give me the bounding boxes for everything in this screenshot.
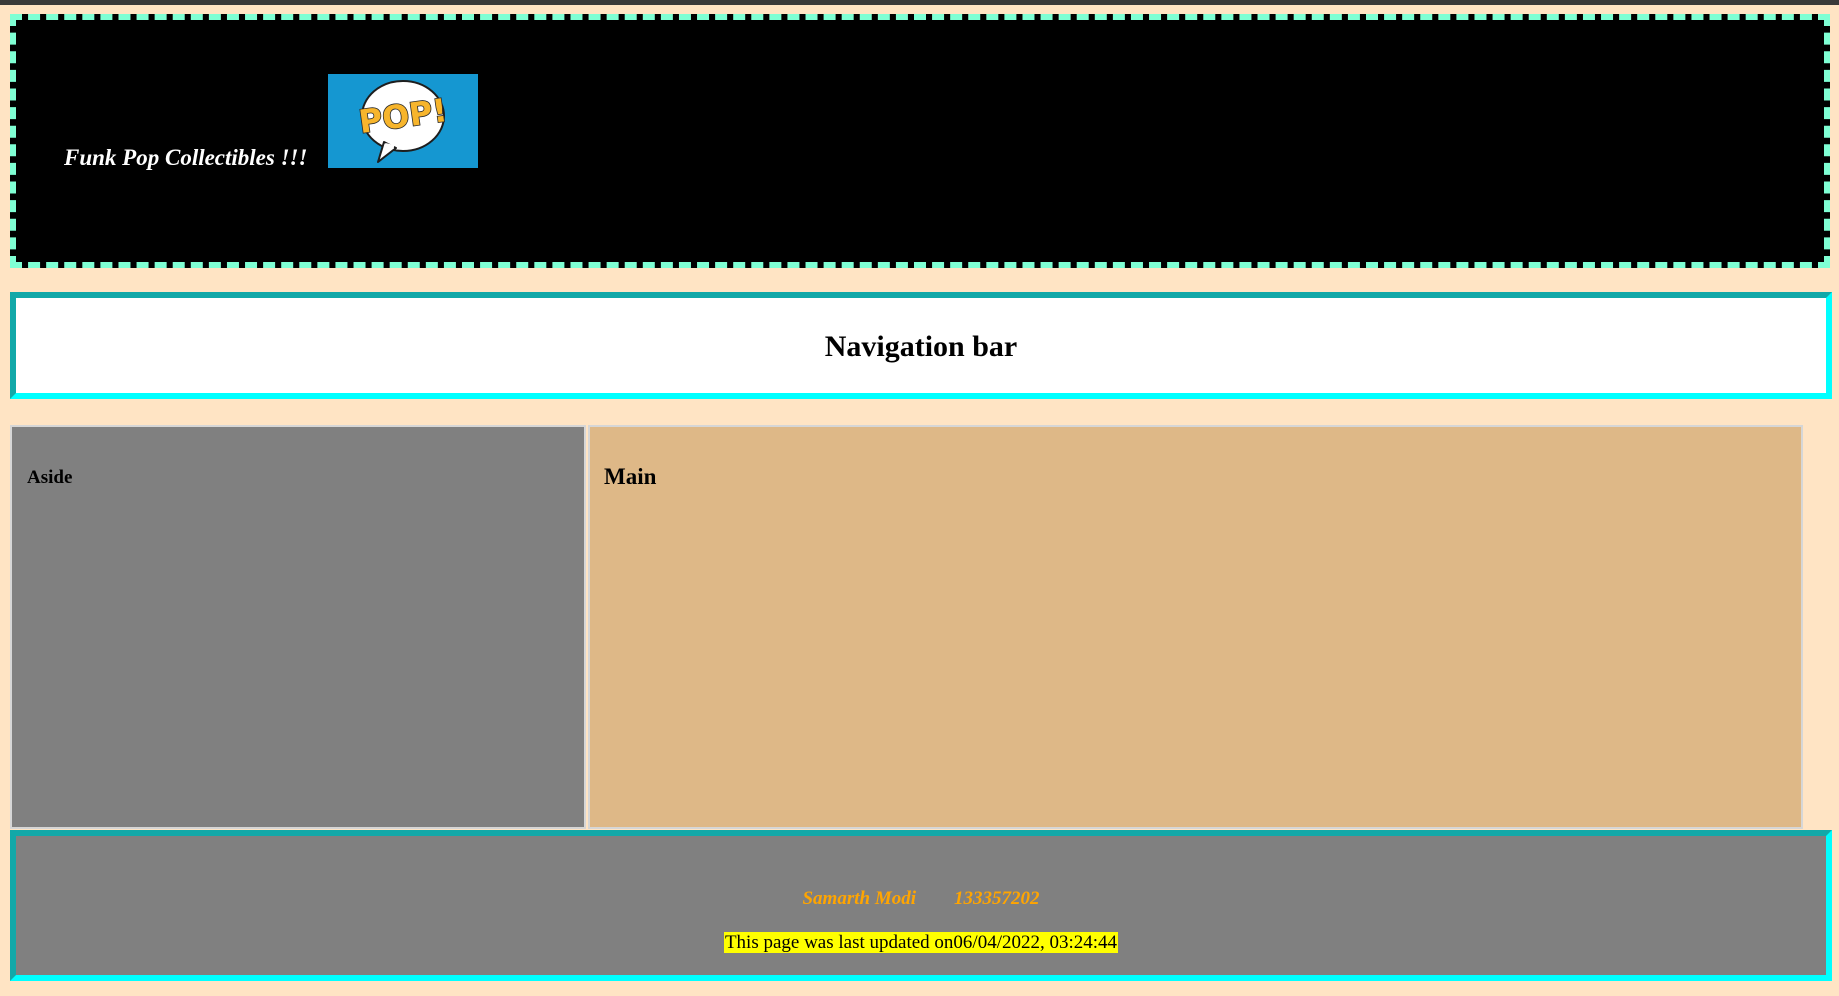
last-updated-line: This page was last updated on06/04/2022,… xyxy=(16,932,1826,954)
site-footer: Samarth Modi 133357202 This page was las… xyxy=(10,830,1832,981)
nav-title: Navigation bar xyxy=(824,330,1018,363)
main-title: Main xyxy=(604,464,657,489)
top-strip xyxy=(0,0,1839,5)
author-line: Samarth Modi 133357202 xyxy=(16,888,1826,910)
main-section: Main xyxy=(588,425,1803,829)
site-title: Funk Pop Collectibles !!! xyxy=(64,145,308,170)
aside-section: Aside xyxy=(10,425,586,829)
last-updated-label: This page was last updated on xyxy=(724,932,954,953)
last-updated-highlight: This page was last updated on06/04/2022,… xyxy=(723,932,1119,953)
navigation-bar: Navigation bar xyxy=(10,292,1832,399)
student-id: 133357202 xyxy=(954,888,1040,909)
pop-logo-icon: POP! xyxy=(356,80,450,163)
funko-pop-logo: POP! xyxy=(328,74,478,168)
aside-title: Aside xyxy=(27,467,73,488)
site-header: Funk Pop Collectibles !!! POP! xyxy=(10,14,1830,268)
author-name: Samarth Modi xyxy=(802,888,916,909)
last-updated-value: 06/04/2022, 03:24:44 xyxy=(953,932,1118,953)
